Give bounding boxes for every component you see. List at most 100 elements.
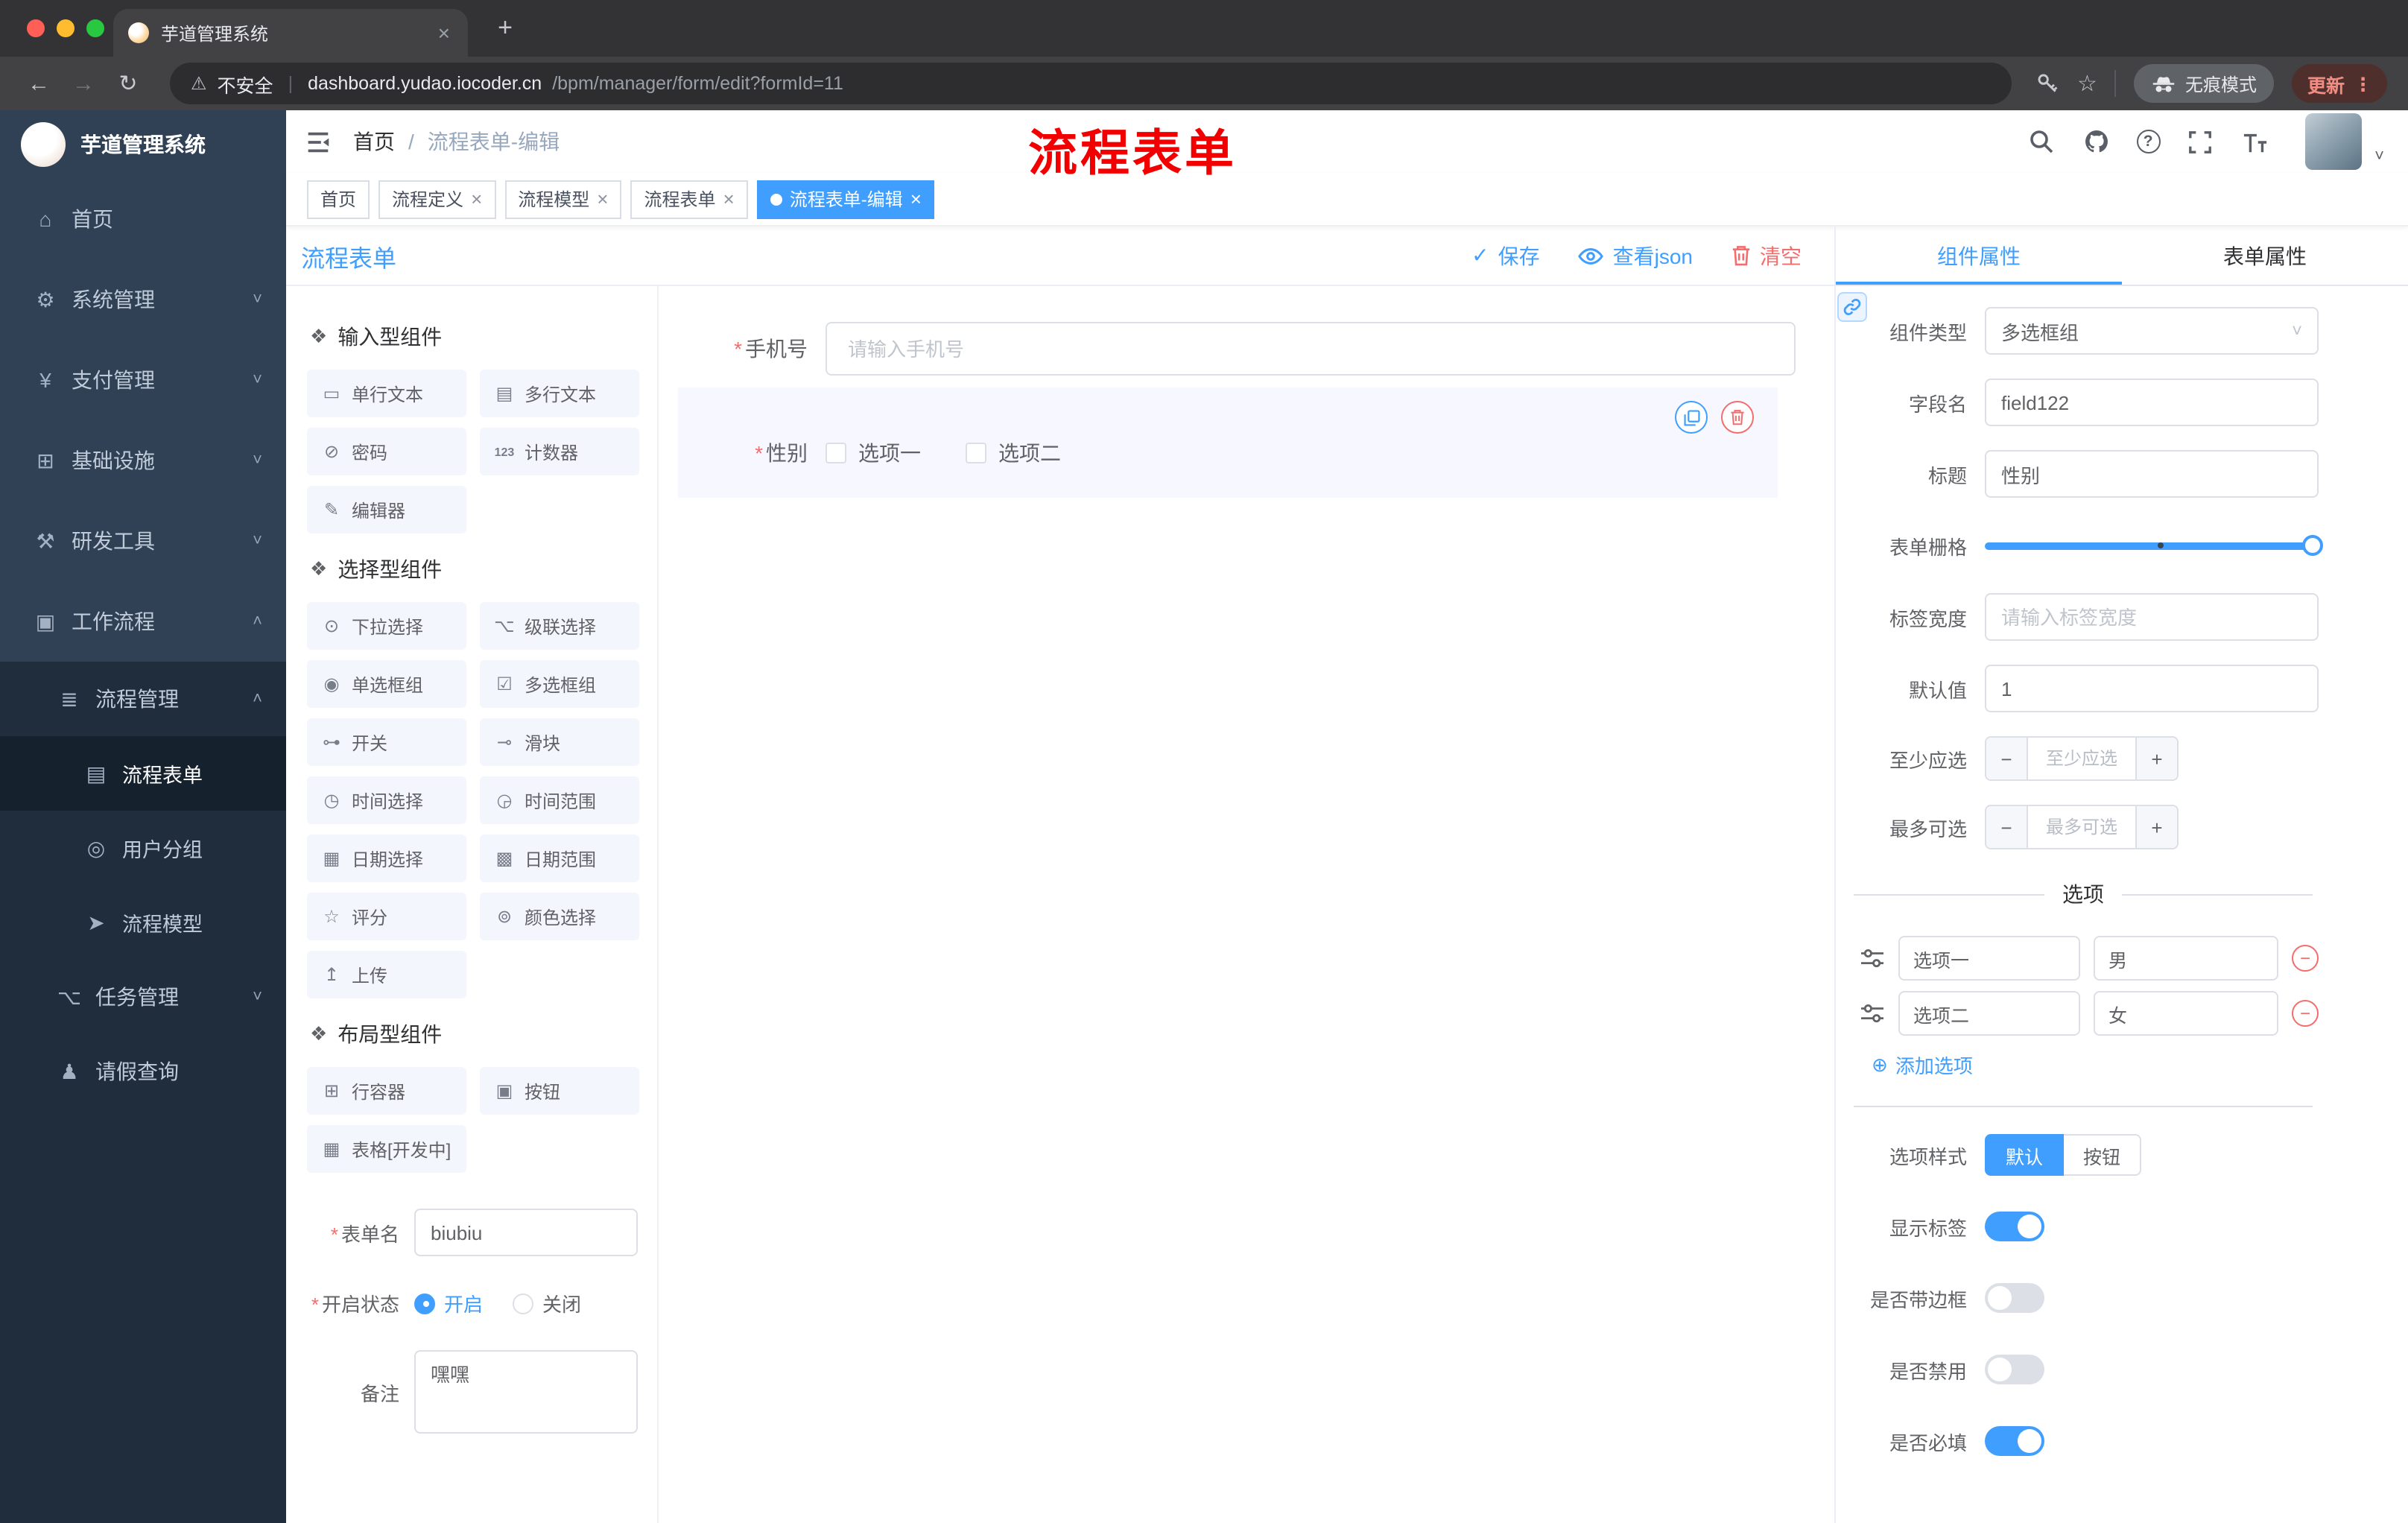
increase-button[interactable]: + <box>2135 738 2177 779</box>
phone-field-input[interactable] <box>826 322 1796 376</box>
github-icon[interactable] <box>2081 127 2111 156</box>
component-item-checkbox-group[interactable]: ☑ 多选框组 <box>480 660 639 708</box>
fullscreen-icon[interactable] <box>2185 127 2215 156</box>
copy-field-button[interactable] <box>1675 401 1708 434</box>
component-item-date-range[interactable]: ▩ 日期范围 <box>480 835 639 882</box>
sidebar-item-payment[interactable]: ¥ 支付管理 ˅ <box>0 340 286 420</box>
component-item-counter[interactable]: 123 计数器 <box>480 428 639 475</box>
sidebar-item-workflow[interactable]: ▣ 工作流程 ˄ <box>0 581 286 662</box>
sidebar-item-task-management[interactable]: ⌥ 任务管理 ˅ <box>0 960 286 1034</box>
search-icon[interactable] <box>2026 127 2056 156</box>
style-default-button[interactable]: 默认 <box>1985 1134 2065 1176</box>
tag-process-model[interactable]: 流程模型 × <box>504 180 622 218</box>
sidebar-item-process-management[interactable]: ≣ 流程管理 ˄ <box>0 662 286 736</box>
component-item-single-text[interactable]: ▭ 单行文本 <box>307 370 466 417</box>
breadcrumb-home[interactable]: 首页 <box>353 127 395 156</box>
sidebar-item-user-group[interactable]: ◎ 用户分组 <box>0 811 286 885</box>
component-item-table[interactable]: ▦ 表格[开发中] <box>307 1125 466 1173</box>
browser-tab[interactable]: 芋道管理系统 × <box>113 9 468 57</box>
password-key-icon[interactable] <box>2035 72 2059 95</box>
drag-handle-icon[interactable] <box>1860 1002 1885 1025</box>
required-switch[interactable] <box>1985 1426 2044 1456</box>
component-item-cascader[interactable]: ⌥ 级联选择 <box>480 602 639 650</box>
decrease-button[interactable]: − <box>1986 738 2028 779</box>
min-select-input[interactable] <box>2028 738 2135 779</box>
canvas-field-phone[interactable]: * 手机号 <box>659 322 1796 376</box>
remove-option-button[interactable]: − <box>2292 945 2319 972</box>
max-select-input[interactable] <box>2028 806 2135 848</box>
gender-option-1-checkbox[interactable]: 选项一 <box>826 438 921 468</box>
update-button[interactable]: 更新 ⋮ <box>2292 64 2387 103</box>
window-zoom-button[interactable] <box>86 19 104 37</box>
remove-option-button[interactable]: − <box>2292 1000 2319 1027</box>
font-size-icon[interactable] <box>2240 127 2270 156</box>
view-json-button[interactable]: 查看json <box>1578 241 1693 270</box>
tag-process-definition[interactable]: 流程定义 × <box>378 180 496 218</box>
component-item-radio-group[interactable]: ◉ 单选框组 <box>307 660 466 708</box>
sidebar-item-leave-query[interactable]: ♟ 请假查询 <box>0 1034 286 1109</box>
sidebar-item-system[interactable]: ⚙ 系统管理 ˅ <box>0 259 286 340</box>
save-button[interactable]: ✓ 保存 <box>1471 241 1539 270</box>
component-item-time-picker[interactable]: ◷ 时间选择 <box>307 776 466 824</box>
component-item-date-picker[interactable]: ▦ 日期选择 <box>307 835 466 882</box>
component-item-password[interactable]: ⊘ 密码 <box>307 428 466 475</box>
bookmark-star-icon[interactable]: ☆ <box>2077 70 2097 97</box>
tab-component-properties[interactable]: 组件属性 <box>1836 227 2122 285</box>
hamburger-icon[interactable] <box>304 127 332 156</box>
tag-close-icon[interactable]: × <box>723 188 735 210</box>
drag-handle-icon[interactable] <box>1860 947 1885 969</box>
option-2-value-input[interactable] <box>2094 991 2278 1036</box>
slider-handle[interactable] <box>2302 534 2323 555</box>
component-item-select[interactable]: ⊙ 下拉选择 <box>307 602 466 650</box>
component-item-switch[interactable]: ⊶ 开关 <box>307 718 466 766</box>
field-name-input[interactable] <box>1985 379 2319 426</box>
component-item-rate[interactable]: ☆ 评分 <box>307 893 466 940</box>
component-item-editor[interactable]: ✎ 编辑器 <box>307 486 466 533</box>
tag-close-icon[interactable]: × <box>597 188 608 210</box>
browser-menu-icon[interactable]: ⋮ <box>2354 72 2372 95</box>
status-off-radio[interactable]: 关闭 <box>513 1289 581 1317</box>
address-bar[interactable]: ⚠ 不安全 | dashboard.yudao.iocoder.cn/bpm/m… <box>170 63 2012 104</box>
back-icon[interactable]: ← <box>21 71 57 96</box>
component-item-time-range[interactable]: ◶ 时间范围 <box>480 776 639 824</box>
user-avatar[interactable] <box>2304 113 2362 170</box>
form-name-input[interactable] <box>414 1209 638 1256</box>
component-item-multi-text[interactable]: ▤ 多行文本 <box>480 370 639 417</box>
window-minimize-button[interactable] <box>57 19 75 37</box>
component-item-button[interactable]: ▣ 按钮 <box>480 1067 639 1115</box>
disabled-switch[interactable] <box>1985 1355 2044 1384</box>
help-icon[interactable]: ? <box>2136 130 2161 153</box>
canvas-field-gender-selected[interactable]: * 性别 选项一 选项二 <box>678 387 1778 498</box>
sidebar-item-devtools[interactable]: ⚒ 研发工具 ˅ <box>0 501 286 581</box>
gender-option-2-checkbox[interactable]: 选项二 <box>966 438 1061 468</box>
label-width-input[interactable] <box>1985 593 2319 641</box>
tag-process-form-edit[interactable]: 流程表单-编辑 × <box>756 180 935 218</box>
default-value-input[interactable] <box>1985 665 2319 712</box>
tag-close-icon[interactable]: × <box>471 188 482 210</box>
status-on-radio[interactable]: 开启 <box>414 1289 483 1317</box>
form-remark-textarea[interactable]: 嘿嘿 <box>414 1350 638 1434</box>
component-type-select[interactable]: 多选框组 ˅ <box>1985 307 2319 355</box>
tag-process-form[interactable]: 流程表单 × <box>630 180 748 218</box>
increase-button[interactable]: + <box>2135 806 2177 848</box>
decrease-button[interactable]: − <box>1986 806 2028 848</box>
clear-button[interactable]: 清空 <box>1731 241 1802 270</box>
sidebar-item-home[interactable]: ⌂ 首页 <box>0 179 286 259</box>
link-chip[interactable] <box>1837 292 1867 322</box>
border-switch[interactable] <box>1985 1283 2044 1313</box>
style-button-button[interactable]: 按钮 <box>2064 1134 2142 1176</box>
component-item-color-picker[interactable]: ⊚ 颜色选择 <box>480 893 639 940</box>
form-grid-slider[interactable] <box>1985 522 2323 569</box>
option-1-label-input[interactable] <box>1898 936 2080 981</box>
tab-form-properties[interactable]: 表单属性 <box>2122 227 2408 285</box>
show-label-switch[interactable] <box>1985 1212 2044 1241</box>
form-canvas[interactable]: * 手机号 请输入手机号 * 性别 选项一 选项二 <box>659 286 1834 1523</box>
app-logo[interactable]: 芋道管理系统 <box>0 110 286 179</box>
tag-home[interactable]: 首页 <box>307 180 370 218</box>
window-close-button[interactable] <box>27 19 45 37</box>
title-input[interactable] <box>1985 450 2319 498</box>
component-item-upload[interactable]: ↥ 上传 <box>307 951 466 998</box>
add-option-button[interactable]: ⊕ 添加选项 <box>1872 1051 2319 1079</box>
reload-icon[interactable]: ↻ <box>110 70 146 97</box>
sidebar-item-process-model[interactable]: ➤ 流程模型 <box>0 885 286 960</box>
